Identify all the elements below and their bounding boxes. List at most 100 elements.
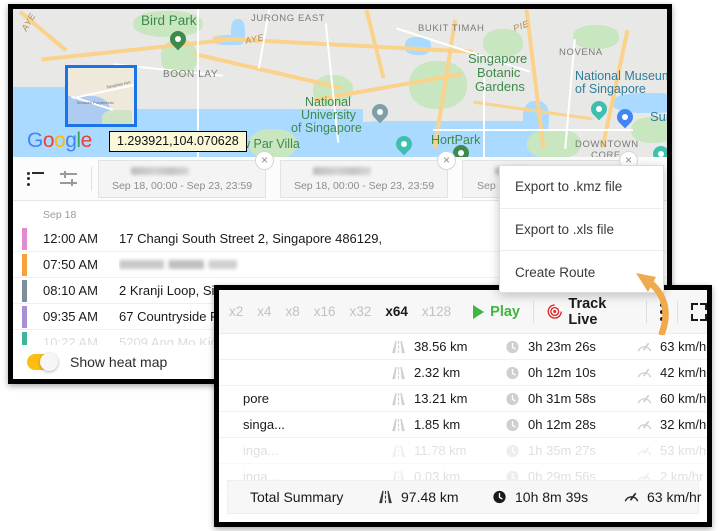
track-live-label: Track Live [568,295,607,328]
list-view-icon[interactable] [27,171,44,186]
summary-row[interactable]: singa... 1.85 km 0h 12m 28s 32 km/hr [219,412,707,438]
summary-duration-value: 3h 23m 26s [528,339,596,354]
map-inset-thumbnail[interactable]: Temasek Polytechnic Tampines Ave [65,65,137,127]
summary-speed-value: 53 km/hr [660,443,711,458]
speedometer-icon [637,446,652,456]
menu-item-export-kmz[interactable]: Export to .kmz file [500,166,663,209]
road-icon [379,490,392,504]
logo-letter: G [27,129,43,152]
road-icon [392,418,405,431]
map-label: of Singapore [575,82,646,96]
total-summary-bar: Total Summary 97.48 km 10h 8m 39s 63 km/… [227,480,701,514]
speedometer-icon [637,342,652,352]
redacted-vehicle-name [131,166,189,175]
map-pin[interactable] [368,100,392,125]
trip-address [119,257,551,272]
chip-close-icon[interactable]: × [255,150,274,170]
summary-duration-value: 1h 35m 27s [528,443,596,458]
map-label: Suntec [650,109,667,124]
speedometer-icon [624,492,639,502]
map-pin[interactable] [392,132,416,157]
map-pin[interactable] [649,142,667,157]
coordinate-tooltip: 1.293921,104.070628 [109,131,247,152]
map-label: University [301,108,356,122]
chip-close-icon[interactable]: × [437,150,456,170]
summary-distance: 11.78 km [391,443,505,458]
map-label: CORE [591,150,621,157]
play-button[interactable]: Play [473,304,520,320]
summary-row[interactable]: 38.56 km 3h 23m 26s 63 km/hr [219,334,707,360]
speed-x32[interactable]: x32 [350,304,372,319]
summary-address-tail: inga... [243,443,279,458]
clock-icon [506,392,519,405]
trip-color-marker [22,228,27,250]
summary-speed: 60 km/hr [637,391,711,406]
summary-speed: 42 km/hr [637,365,711,380]
summary-duration: 3h 23m 26s [505,339,637,354]
screenshot-root: AYE Bird Park JURONG EAST BUKIT TIMAH PI… [0,0,720,531]
map-park [527,129,581,157]
total-speed: 63 km/hr [624,489,707,505]
toolbar-divider [533,300,534,323]
map-road [433,129,633,131]
speed-x128[interactable]: x128 [422,304,451,319]
summary-speed: 32 km/hr [637,417,711,432]
map-label: BOON LAY [163,69,219,80]
speedometer-icon [637,394,652,404]
summary-duration: 1h 35m 27s [505,443,637,458]
total-duration-value: 10h 8m 39s [515,489,589,505]
road-icon [392,444,405,457]
speedometer-icon [637,420,652,430]
logo-letter: g [65,129,77,152]
logo-letter: o [42,129,55,152]
summary-distance-value: 38.56 km [414,339,468,354]
show-heat-map-label: Show heat map [70,354,168,370]
summary-distance: 38.56 km [391,339,505,354]
speed-x2[interactable]: x2 [229,304,243,319]
map-pin[interactable] [166,27,190,52]
total-distance: 97.48 km [378,489,492,505]
map-view[interactable]: AYE Bird Park JURONG EAST BUKIT TIMAH PI… [13,9,667,157]
summary-row[interactable]: pore 13.21 km 0h 31m 58s 60 km/hr [219,386,707,412]
map-label: National [305,95,351,109]
filter-icon[interactable] [60,171,77,186]
summary-row[interactable]: 2.32 km 0h 12m 10s 42 km/hr [219,360,707,386]
google-logo: Google [27,129,92,153]
clock-icon [506,340,519,353]
show-heat-map-toggle[interactable] [27,353,58,371]
map-pin[interactable] [587,97,611,122]
summary-distance-value: 2.32 km [414,365,461,380]
summary-speed-value: 32 km/hr [660,417,711,432]
track-live-button[interactable]: Track Live [547,296,633,328]
summary-distance: 13.21 km [391,391,505,406]
map-label: Botanic [477,65,521,80]
summary-duration-value: 0h 31m 58s [528,391,596,406]
summary-speed-value: 42 km/hr [660,365,711,380]
summary-address-tail: singa... [243,417,285,432]
map-pin[interactable] [613,105,637,130]
map-pin[interactable] [449,141,473,157]
speed-x4[interactable]: x4 [257,304,271,319]
toggle-knob [40,353,58,371]
chip-date-range: Sep 18, 00:00 - Sep 23, 23:59 [111,179,253,192]
trip-address: 17 Changi South Street 2, Singapore 4861… [119,231,383,246]
trip-start-time: 09:35 AM [43,309,98,324]
speed-x64[interactable]: x64 [385,304,408,319]
date-range-chip[interactable]: Sep 18, 00:00 - Sep 23, 23:59 × [280,150,456,198]
summary-duration-value: 0h 12m 10s [528,365,596,380]
date-range-chip[interactable]: Sep 18, 00:00 - Sep 23, 23:59 × [98,150,274,198]
summary-row[interactable]: inga... 11.78 km 1h 35m 27s 53 km/hr [219,438,707,464]
road-icon [392,340,405,353]
speed-x16[interactable]: x16 [314,304,336,319]
trip-start-time: 08:10 AM [43,283,98,298]
menu-item-export-xls[interactable]: Export to .xls file [500,209,663,252]
map-label: BUKIT TIMAH [418,23,485,34]
clock-icon [506,444,519,457]
chip-date-range: Sep 18, 00:00 - Sep 23, 23:59 [293,179,435,192]
clock-icon [493,490,506,504]
speed-x8[interactable]: x8 [286,304,300,319]
summary-speed-value: 60 km/hr [660,391,711,406]
summary-distance: 2.32 km [391,365,505,380]
summary-duration: 0h 12m 28s [505,417,637,432]
summary-distance: 1.85 km [391,417,505,432]
